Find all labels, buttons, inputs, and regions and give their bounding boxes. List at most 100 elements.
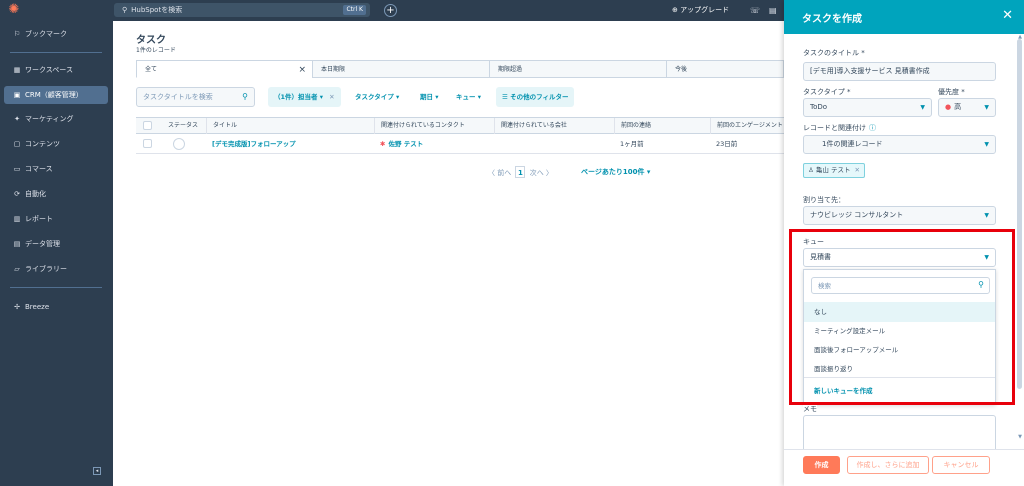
queue-select[interactable]: 見積書 ▼ [803,248,996,267]
task-search-input[interactable] [137,88,233,106]
queue-search-box: ⚲ [811,277,990,294]
table-row: [デモ完成版]フォローアップ ✱ 佐野 テスト 1ヶ月前 23日前 [136,134,784,154]
sidebar-item-commerce[interactable]: ▭ コマース [4,160,108,178]
tab-overdue[interactable]: 期限超過 [489,60,667,78]
memo-editor[interactable] [803,415,996,449]
column-header[interactable]: 前回の連絡 [614,118,710,134]
column-header[interactable]: タイトル [206,118,376,134]
create-and-add-button[interactable]: 作成し、さらに追加 [847,456,929,474]
panel-scrollbar[interactable] [1017,39,1022,389]
create-button[interactable]: 作成 [803,456,840,474]
assign-label: 割り当て先： [803,196,845,204]
sidebar-item-marketing[interactable]: ✦ マーケティング [4,110,108,128]
prev-page-link[interactable]: 前へ [497,169,511,177]
library-icon: ▱ [14,265,20,273]
queue-option[interactable]: 面談後フォローアップメール [804,340,995,360]
hubspot-logo-icon[interactable]: ✺ [7,3,21,17]
create-new-button[interactable]: + [384,4,397,17]
priority-value: 高 [954,103,962,111]
task-title-label-text: タスクのタイトル [803,49,859,57]
select-all-checkbox[interactable] [143,121,152,130]
scroll-up-icon[interactable]: ▲ [1018,34,1022,40]
sidebar-item-data[interactable]: ▤ データ管理 [4,235,108,253]
sidebar-item-workspace[interactable]: ▦ ワークスペース [4,61,108,79]
queue-option-none[interactable]: なし [804,302,995,322]
search-icon: ⚲ [122,6,128,14]
close-icon[interactable]: × [298,61,306,79]
row-checkbox[interactable] [143,139,152,148]
caret-down-icon: ▼ [984,141,989,148]
page-title: タスク [136,35,166,46]
sidebar-item-label: コマース [25,165,53,173]
contact-avatar-icon: ♙ [808,166,816,174]
task-search-box: ⚲ [136,87,255,107]
chevron-left-icon[interactable]: 〈 [488,169,497,177]
cancel-button[interactable]: キャンセル [932,456,990,474]
create-queue-link[interactable]: 新しいキューを作成 [814,385,873,395]
panel-title: タスクを作成 [802,14,862,25]
info-icon[interactable]: ⓘ [869,124,876,132]
tab-due-today[interactable]: 本日期限 [312,60,490,78]
column-header[interactable]: 関連付けられている会社 [494,118,614,134]
close-icon[interactable]: ✕ [1002,8,1013,23]
crm-icon: ▣ [13,91,21,99]
last-contact-cell: 1ヶ月前 [620,140,644,148]
chevron-right-icon[interactable]: 〉 [544,169,553,177]
associate-value: 1件の関連レコード [822,140,883,148]
task-title-link[interactable]: [デモ完成版]フォローアップ [206,134,296,154]
sidebar-item-library[interactable]: ▱ ライブラリー [4,260,108,278]
report-icon: ▥ [13,215,21,223]
sidebar-item-bookmarks[interactable]: ⚐ ブックマーク [4,25,108,43]
upgrade-icon: ⊕ [672,6,681,14]
queue-value: 見積書 [810,253,831,261]
more-filters-label: その他のフィルター [510,93,569,101]
task-status-toggle[interactable] [173,138,185,150]
shortcut-hint: Ctrl K [343,5,366,15]
remove-tag-icon[interactable]: ✕ [854,166,859,174]
queue-option[interactable]: ミーティング設定メール [804,321,995,341]
sidebar-item-content[interactable]: ▢ コンテンツ [4,135,108,153]
queue-filter[interactable]: キュー ▾ [450,87,487,107]
tab-upcoming[interactable]: 今後 [666,60,784,78]
per-page-select[interactable]: ページあたり100件 ▾ [581,166,650,178]
column-header[interactable]: 前回のエンゲージメント [710,118,784,134]
sidebar-item-crm[interactable]: ▣ CRM（顧客管理） [4,86,108,104]
upgrade-link[interactable]: ⊕ アップグレード [672,4,729,17]
global-search-input[interactable]: ⚲ HubSpotを検索 Ctrl K [114,3,370,17]
owner-filter[interactable]: （1件）担当者 ▾ ✕ [268,87,341,107]
due-date-filter[interactable]: 期日 ▾ [414,87,445,107]
column-header[interactable]: ステータス [162,118,204,134]
task-type-select[interactable]: ToDo ▼ [803,98,932,117]
task-title-input[interactable]: [デモ用]導入支援サービス 見積書作成 [803,62,996,81]
queue-label: キュー [803,238,824,246]
contact-name: 佐野 テスト [388,140,424,148]
contact-link[interactable]: ✱ 佐野 テスト [374,134,423,154]
current-page[interactable]: 1 [515,166,526,178]
associate-records-select[interactable]: 1件の関連レコード ▼ [803,135,996,154]
panel-body: タスクのタイトル * [デモ用]導入支援サービス 見積書作成 タスクタイプ * … [784,34,1024,449]
queue-search-input[interactable] [812,278,962,293]
next-page-link[interactable]: 次へ [530,169,544,177]
collapse-sidebar-icon[interactable]: ◂ [93,467,101,475]
priority-select[interactable]: ● 高 ▼ [938,98,996,117]
column-header[interactable]: 関連付けられているコンタクト [374,118,494,134]
view-tabs: 全て × 本日期限 期限超過 今後 [136,60,784,78]
task-type-filter[interactable]: タスクタイプ ▾ [349,87,405,107]
search-icon: ⚲ [978,280,984,289]
clear-filter-icon[interactable]: ✕ [329,93,334,101]
phone-icon[interactable]: ☏ [750,4,760,17]
sidebar-item-breeze[interactable]: ✢ Breeze [4,298,108,316]
sidebar: ⚐ ブックマーク ▦ ワークスペース ▣ CRM（顧客管理） ✦ マーケティング ▢ コン… [0,21,113,486]
sidebar-item-automation[interactable]: ⟳ 自動化 [4,185,108,203]
scroll-down-icon[interactable]: ▼ [1018,434,1022,440]
task-type-label: タスクタイプ * [803,88,851,96]
tab-all[interactable]: 全て × [136,60,313,78]
more-filters-button[interactable]: ☰ その他のフィルター [496,87,575,107]
queue-dropdown: ⚲ なし ミーティング設定メール 面談後フォローアップメール 面談振り返り 新し… [803,269,996,405]
marketplace-icon[interactable]: ▤ [769,4,777,17]
sidebar-item-reports[interactable]: ▥ レポート [4,210,108,228]
assignee-select[interactable]: ナウビレッジ コンサルタント ▼ [803,206,996,225]
caret-down-icon: ▼ [920,104,925,111]
bookmark-icon: ⚐ [13,30,21,38]
queue-option[interactable]: 面談振り返り [804,359,995,379]
